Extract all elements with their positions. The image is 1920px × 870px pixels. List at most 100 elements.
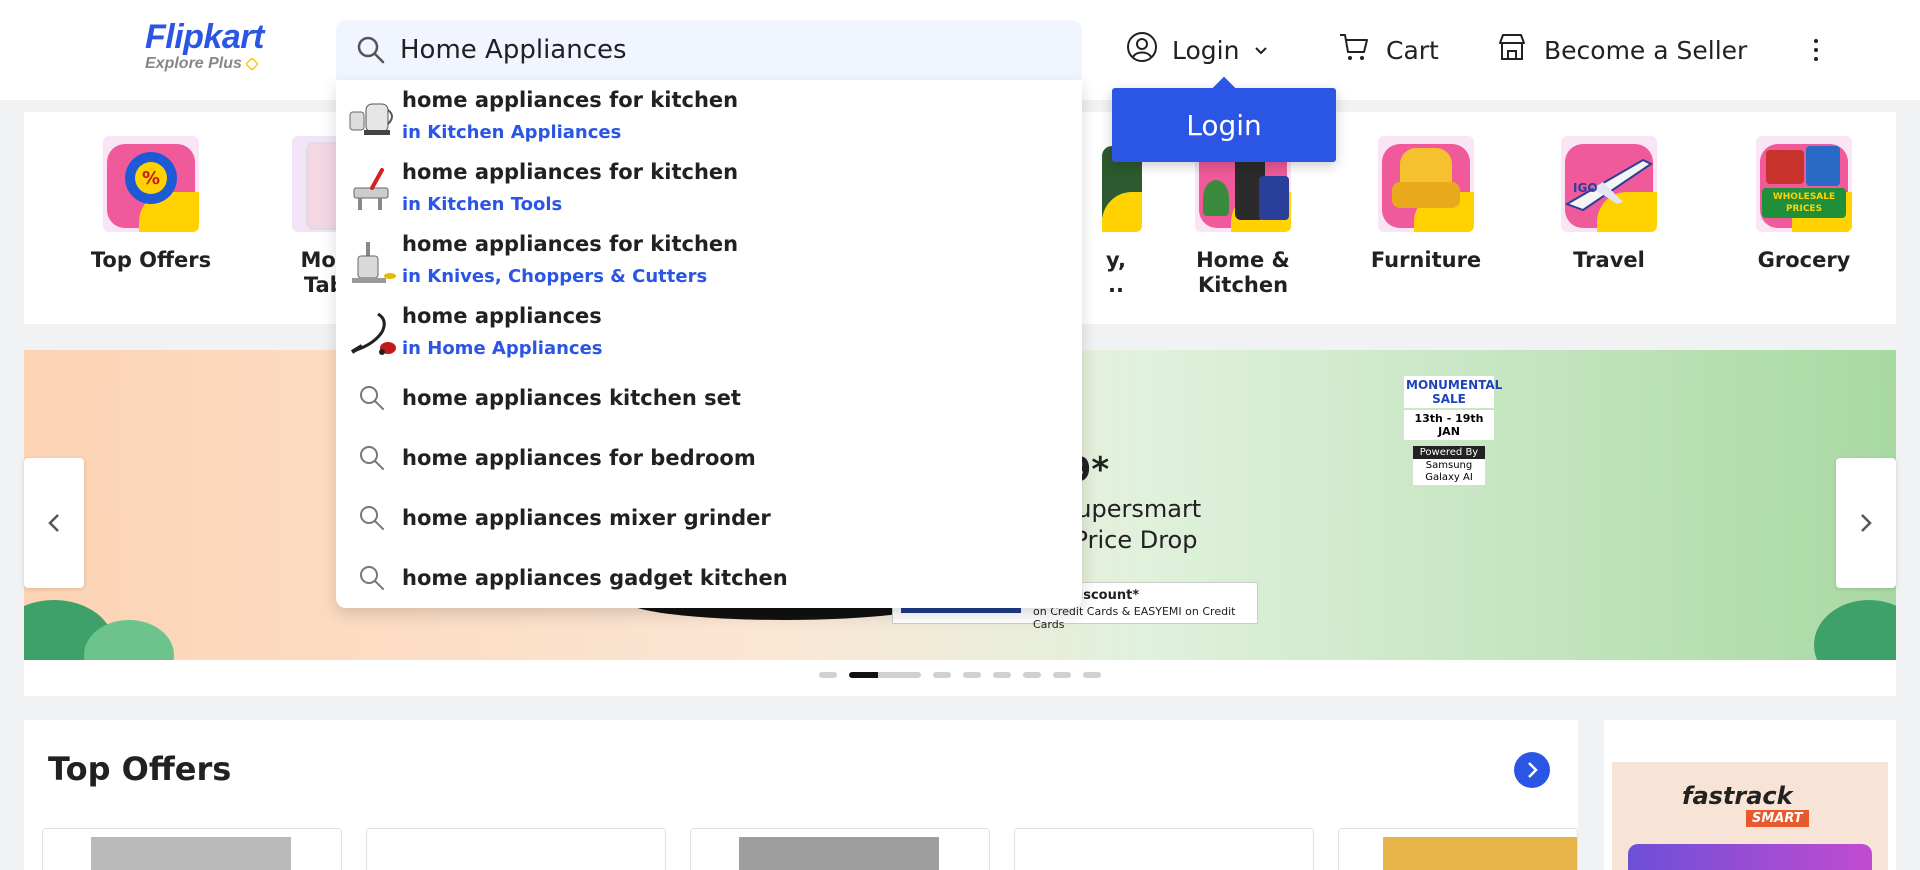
grocery-icon: WHOLESALE PRICES bbox=[1756, 136, 1852, 232]
carousel-dot-active[interactable] bbox=[849, 672, 921, 678]
category-top-offers[interactable]: % Top Offers bbox=[61, 136, 241, 273]
cart-icon bbox=[1338, 31, 1370, 69]
chevron-left-icon bbox=[48, 514, 59, 532]
offer-card[interactable] bbox=[42, 828, 342, 870]
kettle-icon bbox=[348, 94, 398, 144]
seller-label: Become a Seller bbox=[1544, 35, 1748, 65]
sale-powered: Powered By bbox=[1413, 446, 1485, 459]
search-icon bbox=[358, 564, 386, 592]
category-label: Travel bbox=[1573, 248, 1645, 272]
carousel-dot[interactable] bbox=[933, 672, 951, 678]
carousel-dot[interactable] bbox=[1023, 672, 1041, 678]
sale-title: MONUMENTAL SALE bbox=[1404, 376, 1503, 408]
svg-text:IGO: IGO bbox=[1573, 181, 1598, 195]
suggestion-title: home appliances for kitchen bbox=[402, 232, 739, 256]
suggestion-query-text: home appliances for bedroom bbox=[402, 446, 756, 470]
suggestion-category: in Knives, Choppers & Cutters bbox=[402, 266, 708, 287]
more-options-icon[interactable] bbox=[1806, 30, 1826, 70]
top-offers-section: Top Offers bbox=[24, 720, 1578, 870]
suggestion-query-item[interactable]: home appliances kitchen set bbox=[336, 368, 1082, 428]
section-next-button[interactable] bbox=[1514, 752, 1550, 788]
search-icon bbox=[358, 384, 386, 412]
category-travel[interactable]: IGO Travel bbox=[1519, 136, 1699, 273]
carousel-dots bbox=[819, 672, 1101, 678]
logo-brand: Flipkart bbox=[145, 18, 264, 56]
store-icon bbox=[1496, 31, 1528, 69]
category-label: Top Offers bbox=[90, 248, 212, 272]
category-label: Furniture bbox=[1370, 248, 1482, 272]
plus-icon bbox=[244, 56, 259, 71]
carousel-next-button[interactable] bbox=[1836, 458, 1896, 588]
suggestion-query-item[interactable]: home appliances for bedroom bbox=[336, 428, 1082, 488]
sale-dates: 13th - 19th JAN bbox=[1404, 410, 1494, 440]
search-input[interactable]: Home Appliances bbox=[336, 20, 1082, 80]
suggestion-query-text: home appliances kitchen set bbox=[402, 386, 741, 410]
suggestion-query-text: home appliances gadget kitchen bbox=[402, 566, 788, 590]
suggestion-item[interactable]: home appliances for kitchen in Knives, C… bbox=[336, 224, 1082, 296]
user-icon bbox=[1126, 31, 1158, 69]
suggestion-category: in Kitchen Appliances bbox=[402, 122, 622, 143]
suggestion-query-text: home appliances mixer grinder bbox=[402, 506, 771, 530]
become-seller-button[interactable]: Become a Seller bbox=[1496, 30, 1747, 70]
carousel-dot[interactable] bbox=[1053, 672, 1071, 678]
ad-tag: SMART bbox=[1746, 810, 1809, 827]
search-icon[interactable] bbox=[356, 35, 386, 65]
chevron-right-icon bbox=[1528, 762, 1538, 778]
cart-label: Cart bbox=[1386, 35, 1439, 65]
sale-partner: Samsung Galaxy AI bbox=[1413, 459, 1485, 485]
offer-card[interactable] bbox=[1014, 828, 1314, 870]
sale-badge: MONUMENTAL SALE 13th - 19th JAN Powered … bbox=[1404, 376, 1503, 506]
suggestion-title: home appliances for kitchen bbox=[402, 88, 739, 112]
cart-button[interactable]: Cart bbox=[1338, 30, 1439, 70]
category-label: Home & Kitchen bbox=[1196, 248, 1290, 297]
search-icon bbox=[358, 444, 386, 472]
section-title: Top Offers bbox=[48, 750, 232, 788]
carousel-dot[interactable] bbox=[1083, 672, 1101, 678]
login-button[interactable]: Login bbox=[1126, 30, 1269, 70]
carousel-prev-button[interactable] bbox=[24, 458, 84, 588]
suggestion-title: home appliances for kitchen bbox=[402, 160, 739, 184]
suggestion-query-item[interactable]: home appliances gadget kitchen bbox=[336, 548, 1082, 608]
suggestion-query-item[interactable]: home appliances mixer grinder bbox=[336, 488, 1082, 548]
carousel-dot[interactable] bbox=[819, 672, 837, 678]
svg-text:%: % bbox=[142, 168, 160, 189]
smartwatch-image bbox=[1628, 844, 1872, 870]
suggestion-item[interactable]: home appliances for kitchen in Kitchen T… bbox=[336, 152, 1082, 224]
logo-sub: Explore Plus bbox=[145, 55, 264, 73]
plane-icon: IGO bbox=[1561, 136, 1657, 232]
chevron-down-icon bbox=[1253, 36, 1269, 65]
armchair-icon bbox=[1378, 136, 1474, 232]
logo-sub-text: Explore Plus bbox=[145, 55, 242, 72]
vacuum-icon bbox=[348, 310, 398, 360]
category-furniture[interactable]: Furniture bbox=[1336, 136, 1516, 273]
carousel-dot[interactable] bbox=[993, 672, 1011, 678]
offer-subtitle: on Credit Cards & EASYEMI on Credit Card… bbox=[1033, 605, 1236, 631]
carousel-dot[interactable] bbox=[963, 672, 981, 678]
chevron-right-icon bbox=[1861, 514, 1872, 532]
offer-image bbox=[1383, 837, 1577, 870]
search-suggestions: home appliances for kitchen in Kitchen A… bbox=[336, 80, 1082, 608]
offer-badge-icon: % bbox=[103, 136, 199, 232]
login-label: Login bbox=[1172, 35, 1240, 65]
suggestion-item[interactable]: home appliances in Home Appliances bbox=[336, 296, 1082, 368]
suggestion-item[interactable]: home appliances for kitchen in Kitchen A… bbox=[336, 80, 1082, 152]
flipkart-logo[interactable]: Flipkart Explore Plus bbox=[145, 18, 264, 73]
offer-image bbox=[739, 837, 939, 870]
grater-icon bbox=[348, 166, 398, 216]
offer-card[interactable] bbox=[366, 828, 666, 870]
suggestion-title: home appliances bbox=[402, 304, 602, 328]
category-grocery[interactable]: WHOLESALE PRICES Grocery bbox=[1714, 136, 1894, 273]
chopper-icon bbox=[348, 238, 398, 288]
suggestion-category: in Home Appliances bbox=[402, 338, 603, 359]
offer-image bbox=[91, 837, 291, 870]
offer-card[interactable] bbox=[690, 828, 990, 870]
suggestion-category: in Kitchen Tools bbox=[402, 194, 563, 215]
category-label: Grocery bbox=[1757, 248, 1851, 272]
offer-card[interactable] bbox=[1338, 828, 1578, 870]
ad-brand: fastrack bbox=[1682, 782, 1793, 810]
side-advertisement[interactable]: fastrack SMART bbox=[1604, 720, 1896, 870]
search-value[interactable]: Home Appliances bbox=[400, 35, 627, 65]
login-popup-button[interactable]: Login bbox=[1112, 88, 1336, 162]
search-icon bbox=[358, 504, 386, 532]
leaf-decoration bbox=[1814, 600, 1896, 660]
